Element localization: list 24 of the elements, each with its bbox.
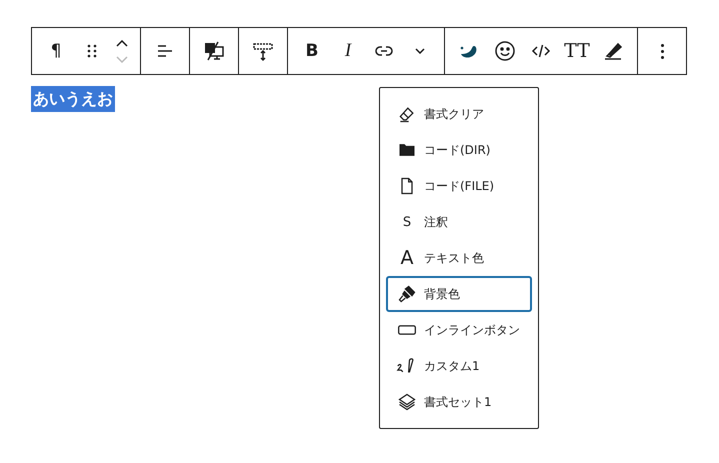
menu-item[interactable]: 背景色 xyxy=(386,276,532,312)
bold-button[interactable]: B xyxy=(294,33,330,69)
brush-icon xyxy=(397,284,417,304)
menu-item[interactable]: 書式クリア xyxy=(386,96,532,132)
chevron-down-icon xyxy=(116,56,128,62)
menu-item[interactable]: 書式セット1 xyxy=(386,384,532,420)
menu-item[interactable]: コード(FILE) xyxy=(386,168,532,204)
selected-text: あいうえお xyxy=(31,86,115,112)
letter-icon: S xyxy=(396,214,418,230)
smiley-icon xyxy=(493,39,517,63)
chevron-down-icon xyxy=(415,48,425,54)
chevron-up-icon xyxy=(116,40,128,46)
devices-icon xyxy=(202,39,226,63)
menu-item[interactable]: コード(DIR) xyxy=(386,132,532,168)
menu-item[interactable]: A テキスト色 xyxy=(386,240,532,276)
menu-item[interactable]: S 注釈 xyxy=(386,204,532,240)
letter-icon: A xyxy=(396,247,418,269)
layers-icon xyxy=(397,392,417,412)
more-vertical-icon xyxy=(660,44,664,58)
menu-item[interactable]: インラインボタン xyxy=(386,312,532,348)
font-size-button[interactable]: TT xyxy=(559,33,595,69)
italic-button[interactable]: I xyxy=(330,33,366,69)
paragraph-button[interactable]: ¶ xyxy=(38,33,74,69)
menu-item[interactable]: カスタム1 xyxy=(386,348,532,384)
